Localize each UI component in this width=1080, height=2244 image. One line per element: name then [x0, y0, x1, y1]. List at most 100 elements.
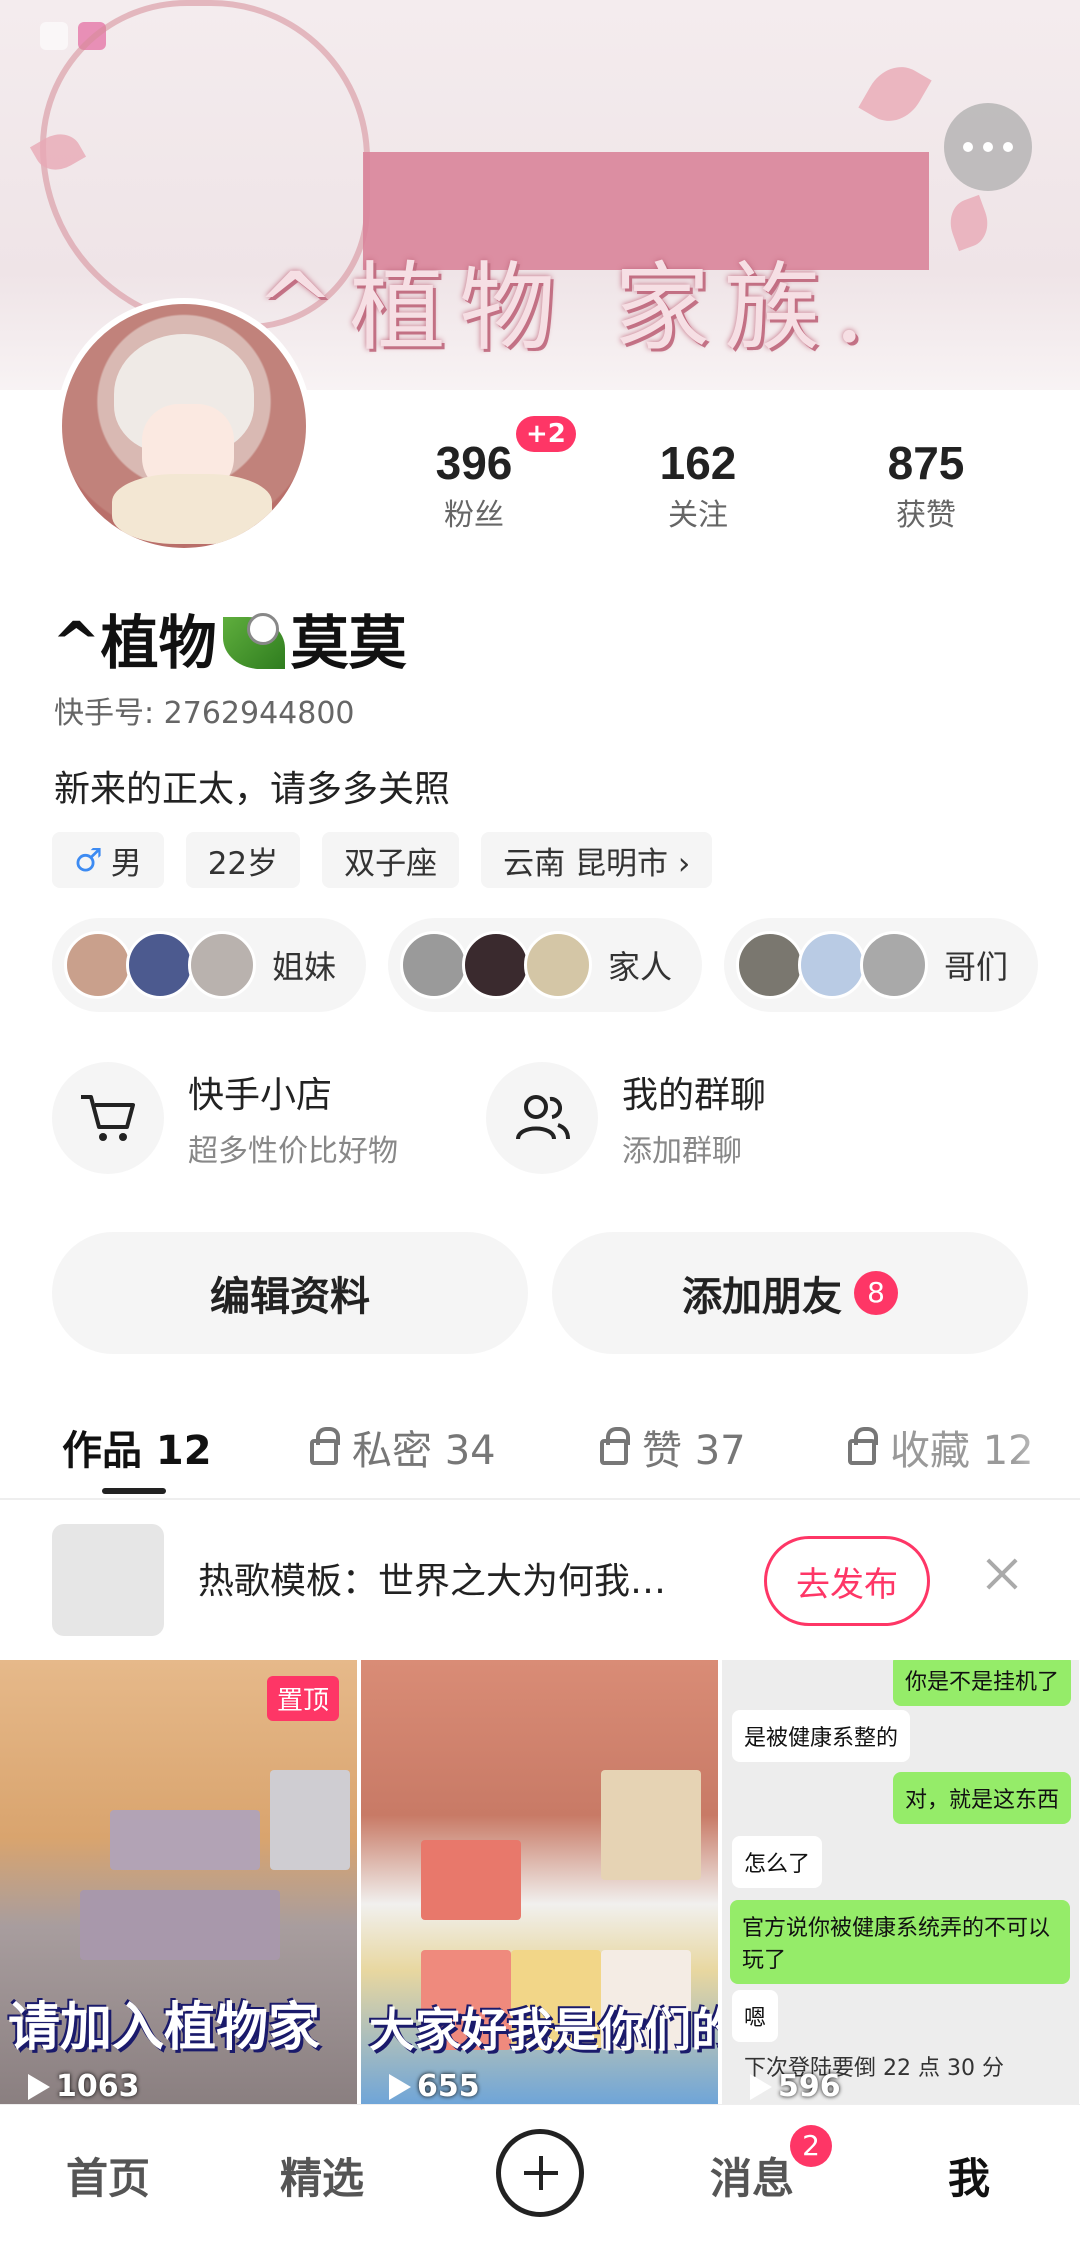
leaf-icon	[222, 613, 285, 669]
my-group-chat[interactable]: 我的群聊 添加群聊	[486, 1062, 766, 1174]
tab-favorites[interactable]: 收藏 12	[848, 1418, 1034, 1476]
shop-title: 快手小店	[188, 1075, 333, 1116]
following-count: 162	[659, 437, 737, 489]
shop-subtitle: 超多性价比好物	[188, 1134, 398, 1169]
kuaishou-shop[interactable]: 快手小店 超多性价比好物	[52, 1062, 398, 1174]
circle-family[interactable]: 家人	[388, 918, 703, 1012]
circle-label: 哥们	[944, 948, 1009, 986]
petal-decoration	[943, 194, 995, 252]
dot-icon	[963, 142, 973, 152]
video-thumbnail[interactable]: 大家好我是你们的 655	[361, 1660, 718, 2104]
game-block	[421, 1840, 521, 1920]
cart-icon	[52, 1062, 164, 1174]
play-count-value: 596	[778, 2069, 841, 2104]
video-thumbnail[interactable]: 置顶 请加入植物家 1063	[0, 1660, 357, 2104]
tabs-fade	[1010, 1408, 1080, 1498]
avatar-scarf	[112, 474, 272, 544]
publish-button[interactable]: 去发布	[764, 1536, 930, 1626]
more-options-button[interactable]	[944, 103, 1032, 191]
member-avatar	[524, 931, 593, 999]
tag-gender: ♂ 男	[52, 832, 164, 888]
add-friend-button[interactable]: 添加朋友 8	[552, 1232, 1028, 1354]
tab-private-label: 私密 34	[352, 1428, 496, 1474]
video-grid: 置顶 请加入植物家 1063 大家好我是你们的 655 你是不是挂机了 是被健康…	[0, 1660, 1080, 2104]
nav-messages[interactable]: 消息	[710, 2145, 794, 2206]
username-part2: 莫莫	[290, 609, 407, 677]
profile-tags: ♂ 男 22岁 双子座 云南 昆明市 ›	[52, 832, 713, 888]
stat-following[interactable]: 162 关注	[608, 436, 788, 534]
male-icon: ♂	[74, 841, 103, 879]
member-avatar	[64, 931, 132, 999]
group-chat-title: 我的群聊	[622, 1075, 767, 1116]
tab-liked-label: 赞 37	[642, 1428, 746, 1474]
play-count: 655	[389, 2069, 480, 2104]
likes-count: 875	[887, 437, 965, 489]
content-tabs: 作品 12 私密 34 赞 37 收藏 12	[0, 1408, 1080, 1500]
chat-bubble: 官方说你被健康系统弄的不可以玩了	[730, 1900, 1070, 1984]
avatar[interactable]	[56, 298, 312, 554]
fans-label: 粉丝	[444, 498, 504, 533]
dot-icon	[983, 142, 993, 152]
play-icon	[750, 2073, 772, 2100]
messages-badge: 2	[790, 2125, 832, 2167]
create-plus-icon[interactable]	[496, 2129, 584, 2217]
video-thumbnail[interactable]: 你是不是挂机了 是被健康系整的 对，就是这东西 怎么了 官方说你被健康系统弄的不…	[722, 1660, 1079, 2104]
play-count-value: 1063	[56, 2069, 140, 2104]
tag-age: 22岁	[185, 832, 301, 888]
template-thumbnail	[52, 1524, 164, 1636]
nav-featured[interactable]: 精选	[280, 2145, 364, 2206]
video-caption: 请加入植物家	[8, 1998, 321, 2058]
lock-icon	[310, 1427, 340, 1465]
bio: 新来的正太，请多多关照	[54, 769, 451, 810]
hot-song-banner[interactable]: 热歌模板：世界之大为何我… 去发布	[0, 1500, 1080, 1660]
member-avatar	[400, 931, 469, 999]
likes-label: 获赞	[896, 498, 956, 533]
video-caption: 大家好我是你们的	[369, 2003, 718, 2057]
tab-liked[interactable]: 赞 37	[600, 1418, 746, 1476]
circle-brothers[interactable]: 哥们	[724, 918, 1039, 1012]
edit-profile-button[interactable]: 编辑资料	[52, 1232, 528, 1354]
group-chat-subtitle: 添加群聊	[622, 1134, 742, 1169]
circle-sisters[interactable]: 姐妹	[52, 918, 367, 1012]
nav-me[interactable]: 我	[948, 2145, 990, 2206]
game-block	[110, 1810, 260, 1870]
petal-decoration	[858, 55, 932, 133]
add-friend-label: 添加朋友	[682, 1274, 842, 1320]
username: ^植物 莫莫	[52, 596, 407, 680]
lock-icon	[600, 1427, 630, 1465]
circle-label: 姐妹	[272, 948, 337, 986]
play-icon	[389, 2073, 411, 2100]
member-avatar	[860, 931, 929, 999]
gender-label: 男	[110, 845, 142, 882]
play-icon	[28, 2073, 50, 2100]
friend-circles: 姐妹 家人 哥们	[52, 918, 1039, 1012]
close-icon[interactable]	[982, 1554, 1022, 1594]
chat-bubble: 对，就是这东西	[892, 1772, 1071, 1824]
member-avatar	[798, 931, 867, 999]
play-count: 1063	[28, 2069, 140, 2104]
member-avatar	[188, 931, 256, 999]
active-tab-indicator	[102, 1488, 166, 1494]
banner-title: ^植物 家族.	[255, 252, 879, 364]
chat-bubble: 是被健康系整的	[732, 1710, 911, 1762]
bottom-navigation: 首页 精选 消息 2 我	[0, 2104, 1080, 2244]
nav-home[interactable]: 首页	[66, 2145, 150, 2206]
chat-bubble: 你是不是挂机了	[892, 1660, 1071, 1706]
stat-likes[interactable]: 875 获赞	[836, 436, 1016, 534]
following-label: 关注	[668, 498, 728, 533]
tag-zodiac: 双子座	[322, 832, 460, 888]
member-avatar	[126, 931, 194, 999]
chat-bubble: 嗯	[732, 1990, 779, 2042]
tab-works[interactable]: 作品 12	[62, 1418, 212, 1476]
game-block	[80, 1890, 280, 1960]
play-count: 596	[750, 2069, 841, 2104]
tab-private[interactable]: 私密 34	[310, 1418, 496, 1476]
hot-song-text: 热歌模板：世界之大为何我…	[198, 1561, 667, 1602]
tag-location[interactable]: 云南 昆明市 ›	[481, 832, 713, 888]
member-avatar	[462, 931, 531, 999]
new-fans-badge: +2	[516, 416, 576, 452]
tab-works-label: 作品 12	[62, 1428, 212, 1474]
member-avatar	[736, 931, 805, 999]
kuaishou-id[interactable]: 快手号: 2762944800	[54, 688, 355, 732]
dot-icon	[1003, 142, 1013, 152]
